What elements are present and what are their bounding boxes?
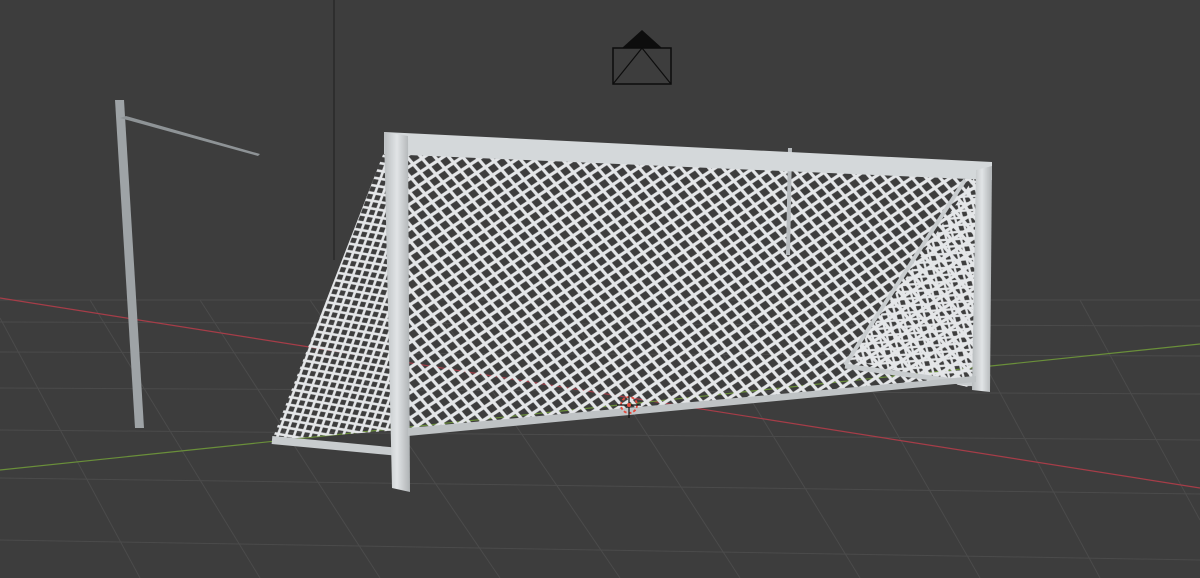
3d-viewport[interactable] [0, 0, 1200, 578]
